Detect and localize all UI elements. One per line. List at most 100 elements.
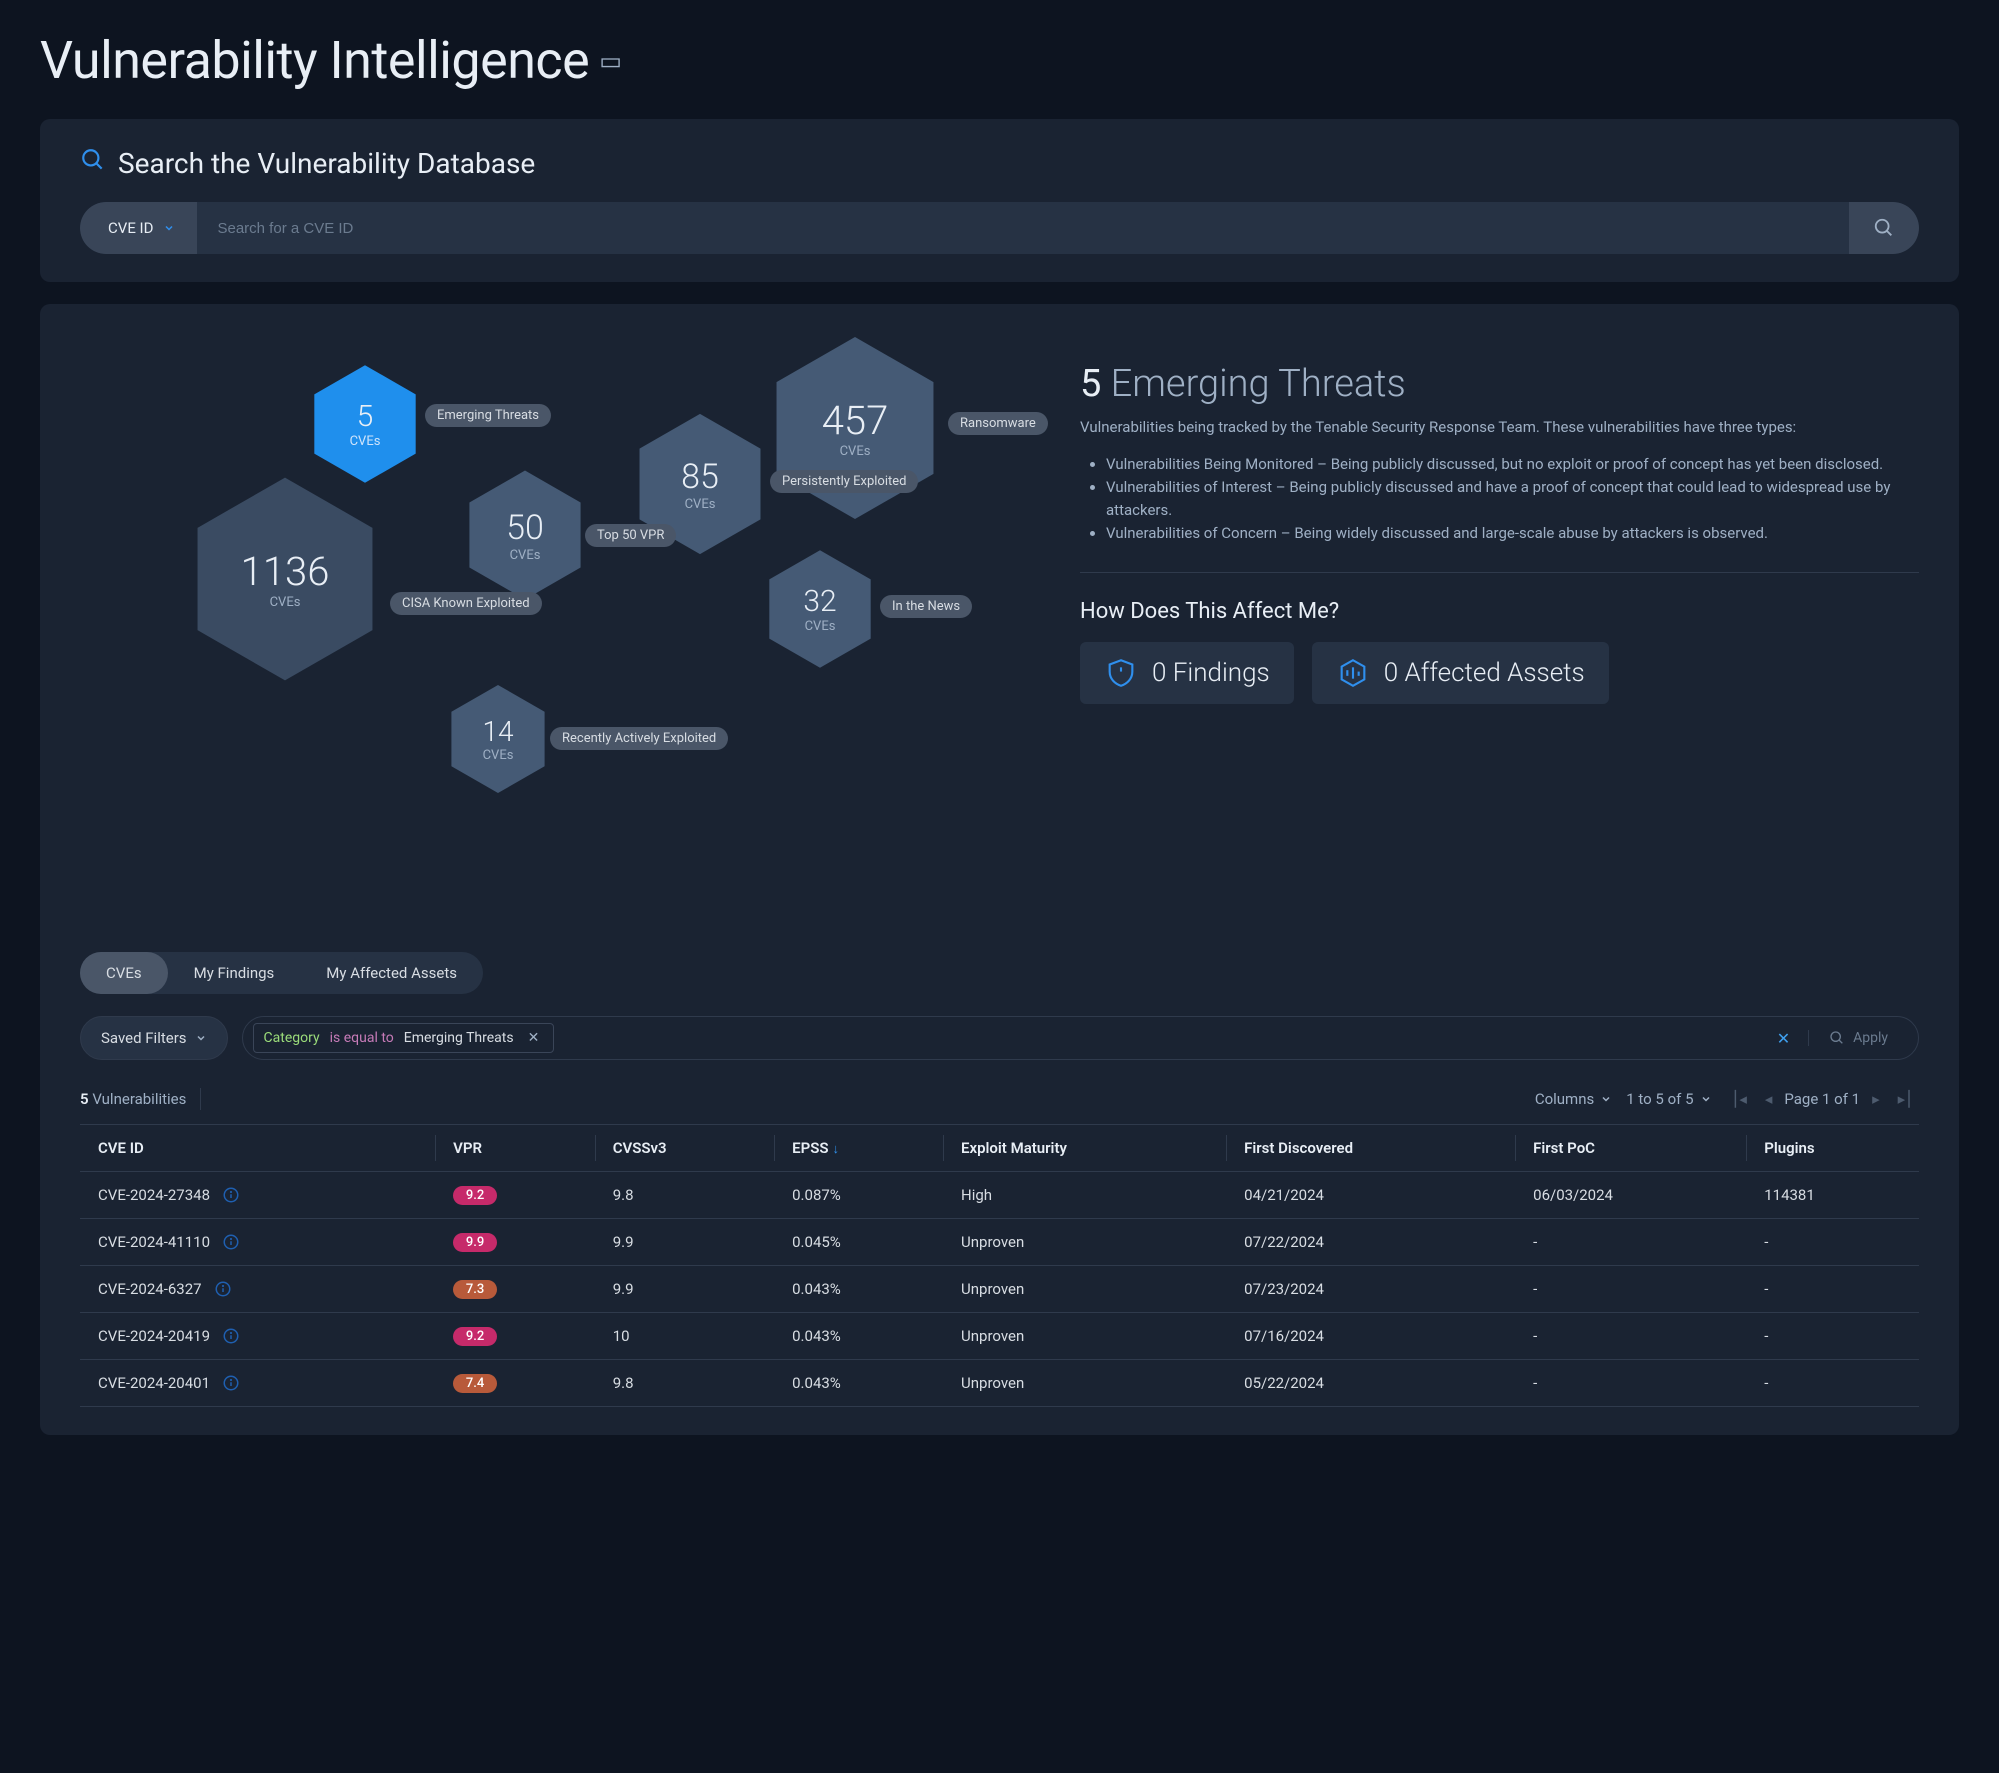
hex-recent[interactable]: 14 CVEs — [448, 682, 548, 796]
chevron-down-icon — [195, 1032, 207, 1044]
filter-expression-bar[interactable]: Category is equal to Emerging Threats ✕ … — [242, 1016, 1919, 1060]
cvss-cell: 9.9 — [595, 1266, 774, 1313]
filter-chip[interactable]: Category is equal to Emerging Threats ✕ — [253, 1023, 555, 1053]
table-row[interactable]: CVE-2024-204017.49.80.043%Unproven05/22/… — [80, 1360, 1919, 1407]
maturity-cell: Unproven — [943, 1219, 1226, 1266]
affected-assets-button[interactable]: 0 Affected Assets — [1312, 642, 1609, 704]
remove-chip-button[interactable]: ✕ — [524, 1030, 544, 1046]
chevron-down-icon — [1700, 1093, 1712, 1105]
col-discovered[interactable]: First Discovered — [1226, 1125, 1515, 1172]
search-row: CVE ID — [80, 202, 1919, 254]
columns-dropdown[interactable]: Columns — [1535, 1090, 1612, 1108]
table-controls: 5 Vulnerabilities Columns 1 to 5 of 5 ⎮◂… — [80, 1088, 1919, 1110]
hex-count: 85 — [681, 457, 719, 497]
info-icon[interactable] — [214, 1280, 232, 1298]
plugins-cell: - — [1746, 1360, 1919, 1407]
tab-assets[interactable]: My Affected Assets — [300, 952, 483, 994]
table-row[interactable]: CVE-2024-411109.99.90.045%Unproven07/22/… — [80, 1219, 1919, 1266]
table-row[interactable]: CVE-2024-63277.39.90.043%Unproven07/23/2… — [80, 1266, 1919, 1313]
hex-chart: 5 CVEs Emerging Threats 1136 CVEs CISA K… — [80, 332, 1040, 912]
cve-id: CVE-2024-6327 — [98, 1280, 202, 1298]
col-epss-label: EPSS — [792, 1139, 828, 1157]
cvss-cell: 9.8 — [595, 1172, 774, 1219]
vpr-pill: 7.3 — [453, 1280, 497, 1299]
hex-count: 457 — [822, 397, 889, 444]
discovered-cell: 07/16/2024 — [1226, 1313, 1515, 1360]
col-poc[interactable]: First PoC — [1515, 1125, 1746, 1172]
search-icon — [1829, 1030, 1845, 1046]
col-maturity[interactable]: Exploit Maturity — [943, 1125, 1226, 1172]
discovered-cell: 07/23/2024 — [1226, 1266, 1515, 1313]
info-icon[interactable] — [222, 1233, 240, 1251]
filter-op: is equal to — [330, 1030, 394, 1046]
detail-count: 5 — [1080, 362, 1101, 406]
vpr-pill: 7.4 — [453, 1374, 497, 1393]
clear-filters-button[interactable]: ✕ — [1767, 1029, 1800, 1048]
hex-count: 32 — [803, 584, 836, 619]
cve-id: CVE-2024-20419 — [98, 1327, 210, 1345]
hex-label-news: In the News — [880, 595, 972, 618]
saved-filters-dropdown[interactable]: Saved Filters — [80, 1016, 228, 1060]
pager-last[interactable]: ▸⎮ — [1892, 1090, 1919, 1108]
filter-field: Category — [264, 1030, 320, 1046]
poc-cell: - — [1515, 1266, 1746, 1313]
info-icon[interactable] — [222, 1327, 240, 1345]
epss-cell: 0.043% — [774, 1266, 943, 1313]
info-icon[interactable] — [222, 1374, 240, 1392]
result-label: Vulnerabilities — [92, 1090, 186, 1108]
info-icon[interactable] — [222, 1186, 240, 1204]
detail-pane: 5 Emerging Threats Vulnerabilities being… — [1080, 332, 1919, 912]
hex-top50[interactable]: 50 CVEs — [465, 467, 585, 603]
hex-label-persistent: Persistently Exploited — [770, 470, 918, 493]
detail-bullets: Vulnerabilities Being Monitored – Being … — [1080, 453, 1919, 546]
cve-id: CVE-2024-20401 — [98, 1374, 210, 1392]
epss-cell: 0.087% — [774, 1172, 943, 1219]
search-button[interactable] — [1849, 202, 1919, 254]
hex-label-ransomware: Ransomware — [948, 412, 1048, 435]
col-vpr[interactable]: VPR — [435, 1125, 595, 1172]
hex-emerging-threats[interactable]: 5 CVEs — [310, 362, 420, 486]
range-label: 1 to 5 of 5 — [1626, 1090, 1693, 1108]
search-panel: Search the Vulnerability Database CVE ID — [40, 119, 1959, 282]
col-cvss[interactable]: CVSSv3 — [595, 1125, 774, 1172]
col-cve[interactable]: CVE ID — [80, 1125, 435, 1172]
hex-label-cisa: CISA Known Exploited — [390, 592, 542, 615]
pager-first[interactable]: ⎮◂ — [1726, 1090, 1753, 1108]
pager-next[interactable]: ▸ — [1866, 1090, 1886, 1108]
hex-sub: CVEs — [350, 434, 381, 449]
table-row[interactable]: CVE-2024-204199.2100.043%Unproven07/16/2… — [80, 1313, 1919, 1360]
vulnerability-table: CVE ID VPR CVSSv3 EPSS↓ Exploit Maturity… — [80, 1124, 1919, 1407]
hex-label-emerging: Emerging Threats — [425, 404, 551, 427]
cvss-cell: 10 — [595, 1313, 774, 1360]
discovered-cell: 04/21/2024 — [1226, 1172, 1515, 1219]
search-type-dropdown[interactable]: CVE ID — [80, 202, 197, 254]
search-input[interactable] — [197, 202, 1849, 254]
apply-label: Apply — [1853, 1030, 1888, 1046]
hex-ransomware[interactable]: 457 CVEs — [770, 332, 940, 524]
chevron-down-icon — [1600, 1093, 1612, 1105]
hex-news[interactable]: 32 CVEs — [765, 547, 875, 671]
result-count: 5 — [80, 1090, 89, 1108]
tab-findings[interactable]: My Findings — [168, 952, 301, 994]
detail-bullet: Vulnerabilities of Interest – Being publ… — [1106, 476, 1919, 523]
findings-text: 0 Findings — [1152, 658, 1270, 688]
page-title: Vulnerability Intelligence ▭ — [40, 30, 1959, 91]
hex-label-top50: Top 50 VPR — [585, 524, 676, 547]
tab-cves[interactable]: CVEs — [80, 952, 168, 994]
filter-value: Emerging Threats — [404, 1030, 514, 1046]
table-row[interactable]: CVE-2024-273489.29.80.087%High04/21/2024… — [80, 1172, 1919, 1219]
hex-cisa[interactable]: 1136 CVEs — [190, 472, 380, 686]
bookmark-icon[interactable]: ▭ — [599, 47, 621, 75]
hex-count: 5 — [357, 399, 374, 434]
findings-button[interactable]: 0 Findings — [1080, 642, 1294, 704]
tabs: CVEs My Findings My Affected Assets — [80, 952, 483, 994]
hex-count: 50 — [506, 508, 544, 548]
pager-prev[interactable]: ◂ — [1759, 1090, 1779, 1108]
search-icon — [80, 147, 106, 180]
cve-id: CVE-2024-41110 — [98, 1233, 210, 1251]
col-plugins[interactable]: Plugins — [1746, 1125, 1919, 1172]
apply-button[interactable]: Apply — [1808, 1030, 1908, 1046]
col-epss[interactable]: EPSS↓ — [774, 1125, 943, 1172]
range-dropdown[interactable]: 1 to 5 of 5 — [1626, 1090, 1711, 1108]
hex-sub: CVEs — [270, 595, 301, 610]
